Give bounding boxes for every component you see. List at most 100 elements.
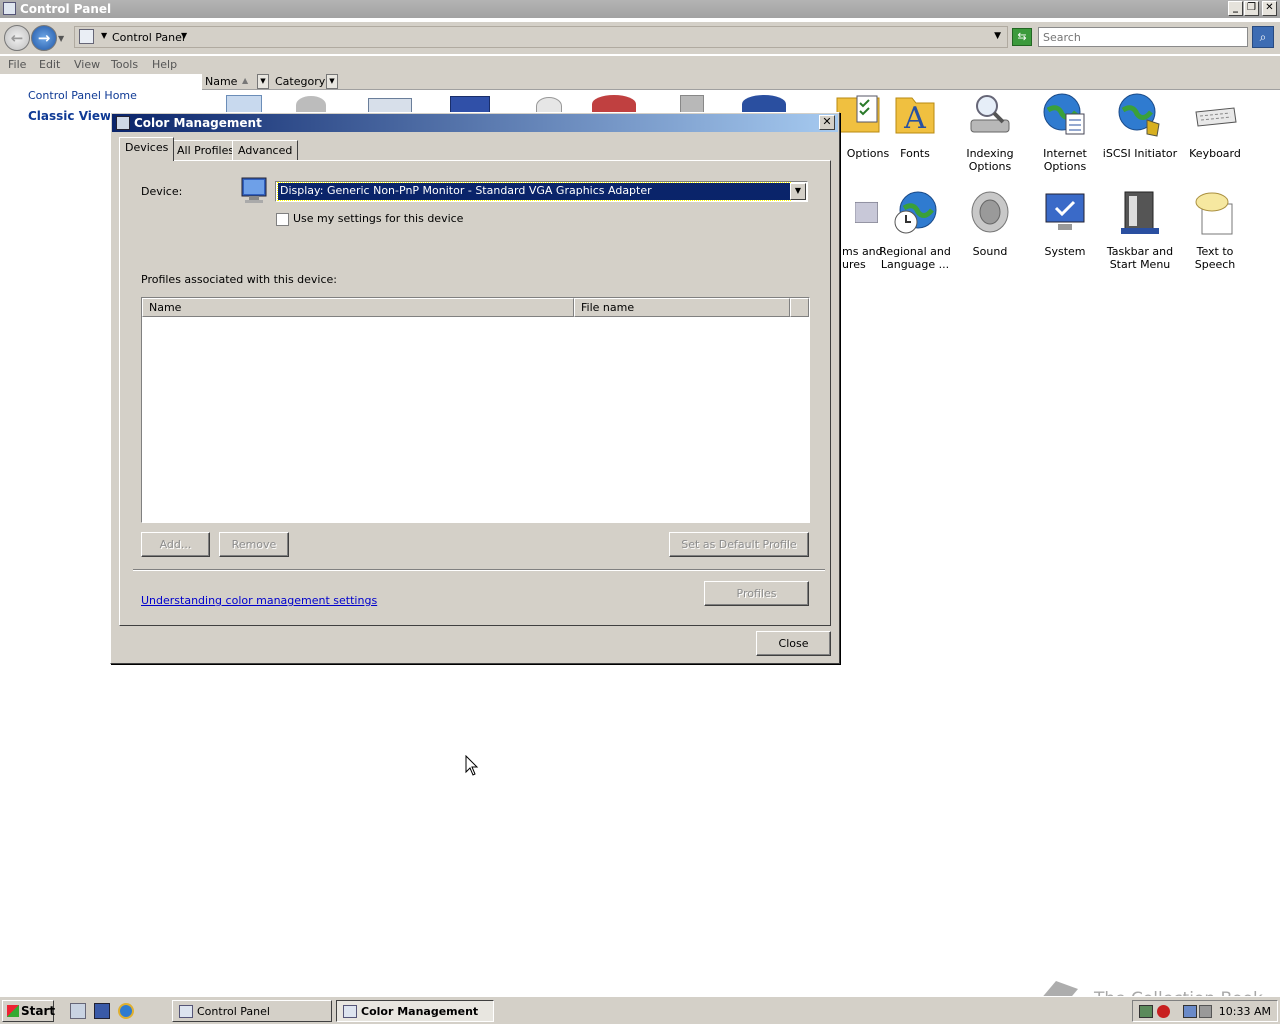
fonts-folder-icon: A (895, 97, 935, 136)
taskbar-control-panel[interactable]: Control Panel (172, 1000, 332, 1022)
device-label: Device: (141, 185, 183, 198)
menu-edit[interactable]: Edit (39, 58, 60, 71)
column-headers: Name ▲ ▼ Category ▼ (202, 74, 1280, 90)
column-header-spacer (790, 298, 809, 317)
search-button[interactable]: ⌕ (1252, 26, 1274, 48)
remove-button[interactable]: Remove (219, 532, 289, 557)
column-header-category[interactable]: Category (275, 75, 325, 88)
control-panel-home-link[interactable]: Control Panel Home (28, 89, 137, 102)
use-my-settings-label[interactable]: Use my settings for this device (293, 212, 463, 225)
color-management-dialog: Color Management ✕ Devices All Profiles … (110, 112, 840, 664)
taskbar: Start Control Panel Color Management 10:… (0, 996, 1280, 1024)
internet-options-item[interactable]: Internet Options (1025, 92, 1105, 173)
regional-language-item[interactable]: Regional and Language ... (875, 190, 955, 271)
task-label: Control Panel (197, 1005, 270, 1018)
indexing-options-item[interactable]: Indexing Options (950, 92, 1030, 173)
profiles-associated-label: Profiles associated with this device: (141, 273, 338, 286)
indexing-icon (970, 95, 1010, 133)
taskbar-icon (1121, 191, 1159, 234)
address-dropdown-icon[interactable]: ▼ (994, 31, 1001, 41)
understanding-color-management-link[interactable]: Understanding color management settings (141, 594, 377, 607)
search-input[interactable] (1038, 27, 1248, 47)
server-manager-icon[interactable] (70, 1003, 86, 1019)
breadcrumb-chevron-icon[interactable]: ▼ (181, 31, 187, 40)
dialog-title: Color Management (134, 116, 262, 130)
control-panel-icon (3, 2, 16, 15)
profiles-list[interactable]: Name File name (141, 297, 810, 523)
icon-label: Regional and Language ... (879, 245, 951, 271)
iscsi-initiator-item[interactable]: iSCSI Initiator (1100, 92, 1180, 160)
device-select-value: Display: Generic Non-PnP Monitor - Stand… (277, 182, 791, 201)
colorful-globe-icon (592, 95, 636, 113)
display-tray-icon[interactable] (1183, 1005, 1197, 1018)
icon-label: Internet Options (1043, 147, 1087, 173)
set-default-profile-button[interactable]: Set as Default Profile (669, 532, 809, 557)
chevron-down-icon[interactable]: ▼ (101, 31, 107, 40)
profiles-button[interactable]: Profiles (704, 581, 809, 606)
sound-item[interactable]: Sound (950, 190, 1030, 258)
icon-label: System (1044, 245, 1086, 258)
classic-view-link[interactable]: Classic View (28, 109, 111, 123)
clock[interactable]: 10:33 AM (1219, 1005, 1271, 1018)
taskbar-color-management[interactable]: Color Management (336, 1000, 494, 1022)
keyboard-icon (1195, 107, 1237, 127)
name-filter-dropdown[interactable]: ▼ (257, 74, 269, 89)
icon-label: Sound (972, 245, 1008, 258)
volume-muted-icon[interactable] (1199, 1005, 1212, 1018)
system-tray: 10:33 AM (1132, 1000, 1278, 1022)
icon-label: Indexing Options (966, 147, 1014, 173)
task-label: Color Management (361, 1005, 479, 1018)
category-filter-dropdown[interactable]: ▼ (326, 74, 338, 89)
iscsi-icon (1118, 93, 1160, 137)
column-header-name[interactable]: Name (205, 75, 237, 88)
forward-button[interactable]: → (31, 25, 57, 51)
refresh-button[interactable]: ⇆ (1012, 28, 1032, 46)
internet-options-icon (1043, 93, 1085, 135)
security-alert-icon[interactable] (1157, 1005, 1170, 1018)
menu-file[interactable]: File (8, 58, 26, 71)
fonts-item[interactable]: A Fonts (875, 92, 955, 160)
network-icon[interactable] (1139, 1005, 1153, 1018)
menu-help[interactable]: Help (152, 58, 177, 71)
start-label: Start (21, 1004, 56, 1018)
monitor-icon (343, 1005, 357, 1018)
back-arrow-icon: ← (10, 29, 24, 47)
control-panel-icon (179, 1005, 193, 1018)
monitor-icon (241, 177, 267, 203)
back-button[interactable]: ← (4, 25, 30, 51)
close-window-button[interactable]: ✕ (1262, 1, 1277, 16)
restore-button[interactable]: ❐ (1244, 1, 1259, 16)
address-bar[interactable]: ▼ Control Panel ▼ ▼ (74, 26, 1008, 48)
control-panel-icon (79, 29, 94, 44)
menu-view[interactable]: View (74, 58, 100, 71)
taskbar-start-menu-item[interactable]: Taskbar and Start Menu (1100, 190, 1180, 271)
dialog-close-x-button[interactable]: ✕ (819, 115, 835, 130)
chevron-down-icon[interactable]: ▼ (790, 183, 806, 200)
icon-label: Taskbar and Start Menu (1106, 245, 1174, 271)
show-desktop-icon[interactable] (94, 1003, 110, 1019)
recent-pages-dropdown[interactable]: ▼ (58, 34, 64, 43)
start-button[interactable]: Start (2, 1000, 56, 1022)
system-item[interactable]: System (1025, 190, 1105, 258)
window-titlebar: Control Panel _ ❐ ✕ (0, 0, 1280, 18)
column-header-file-name[interactable]: File name (574, 298, 790, 317)
sort-up-icon: ▲ (242, 76, 249, 85)
keyboard-item[interactable]: Keyboard (1175, 92, 1255, 160)
minimize-button[interactable]: _ (1228, 1, 1243, 16)
device-select[interactable]: Display: Generic Non-PnP Monitor - Stand… (275, 181, 808, 202)
menu-tools[interactable]: Tools (111, 58, 138, 71)
column-header-name[interactable]: Name (142, 298, 574, 317)
close-button[interactable]: Close (756, 631, 831, 656)
add-button[interactable]: Add... (141, 532, 210, 557)
breadcrumb-control-panel[interactable]: Control Panel (112, 31, 185, 44)
tab-all-profiles[interactable]: All Profiles (171, 140, 241, 161)
use-my-settings-checkbox[interactable] (276, 213, 289, 226)
text-to-speech-item[interactable]: Text to Speech (1175, 190, 1255, 271)
tab-devices[interactable]: Devices (119, 137, 175, 161)
address-toolbar: ← → ▼ ▼ Control Panel ▼ ▼ ⇆ ⌕ (0, 22, 1280, 54)
internet-explorer-icon[interactable] (118, 1003, 134, 1019)
monitor-icon (116, 116, 130, 130)
icon-label: Text to Speech (1194, 245, 1236, 271)
tab-advanced[interactable]: Advanced (232, 140, 299, 161)
window-title: Control Panel (20, 2, 112, 16)
